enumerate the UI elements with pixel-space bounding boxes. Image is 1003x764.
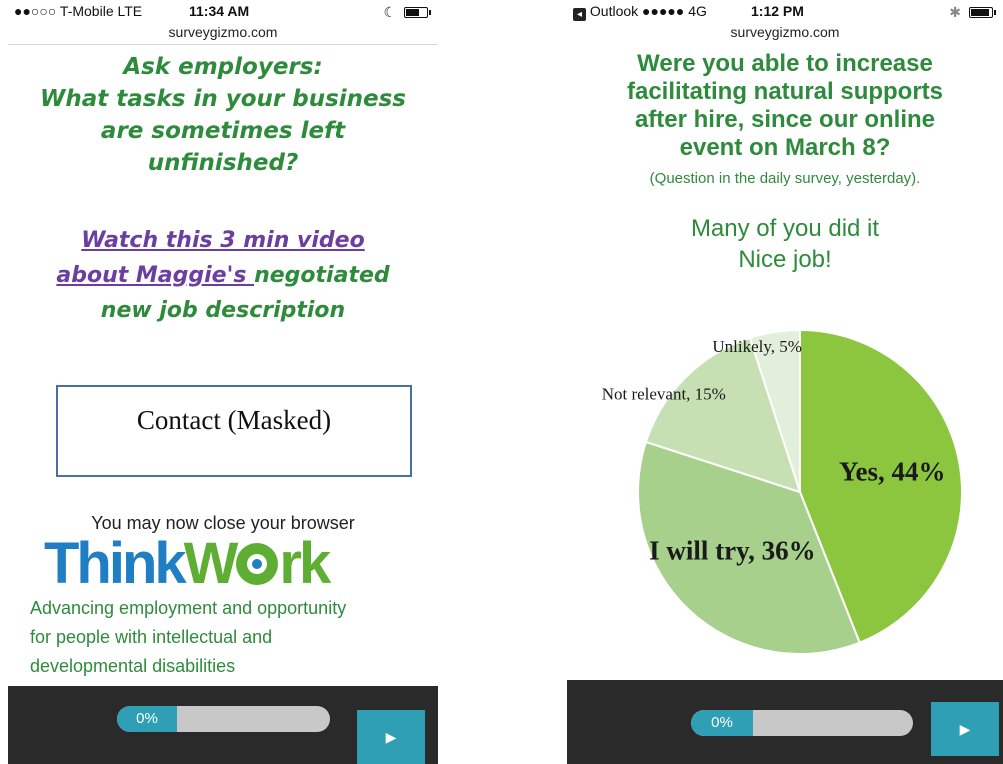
progress-label: 0% bbox=[691, 710, 753, 736]
survey-question: Were you able to increase facilitating n… bbox=[567, 50, 1003, 162]
question-line: event on March 8? bbox=[679, 134, 891, 161]
logo-emblem-icon bbox=[236, 543, 279, 585]
left-phone-screen: ●●○○○ T-Mobile LTE 11:34 AM ☾ surveygizm… bbox=[8, 0, 438, 764]
pie-slice-label: Not relevant, 15% bbox=[602, 385, 726, 404]
survey-footer: 0% ▶ bbox=[567, 680, 1003, 764]
question-line: after hire, since our online bbox=[634, 106, 936, 133]
heading-line: unfinished? bbox=[147, 150, 299, 176]
battery-icon bbox=[404, 7, 431, 18]
ask-employers-heading: Ask employers: What tasks in your busine… bbox=[8, 51, 438, 179]
play-arrow-icon: ▶ bbox=[385, 729, 397, 745]
bluetooth-icon: ✱ bbox=[949, 4, 961, 20]
carrier-signal: ●●○○○ T-Mobile LTE bbox=[14, 3, 143, 19]
back-to-app-icon[interactable]: ◂ bbox=[573, 8, 586, 21]
clock: 1:12 PM bbox=[751, 3, 804, 19]
heading-line: are sometimes left bbox=[100, 118, 346, 144]
video-link-continued[interactable]: about Maggie's bbox=[56, 263, 254, 288]
question-note: (Question in the daily survey, yesterday… bbox=[649, 170, 921, 187]
thinkwork-logo: Think W rk bbox=[44, 531, 331, 596]
video-description: Watch this 3 min video about Maggie's ne… bbox=[8, 223, 438, 328]
next-button[interactable]: ▶ bbox=[357, 710, 425, 764]
logo-w-text: W bbox=[183, 531, 239, 596]
logo-rk-text: rk bbox=[279, 531, 331, 596]
tagline-line: for people with intellectual and bbox=[30, 627, 273, 647]
praise-line: Many of you did it bbox=[690, 215, 880, 242]
status-bar: ◂ Outlook ●●●●● 4G 1:12 PM ✱ bbox=[567, 0, 1003, 22]
survey-footer: 0% ▶ bbox=[8, 686, 438, 764]
logo-think-text: Think bbox=[44, 531, 187, 596]
tagline-line: Advancing employment and opportunity bbox=[30, 598, 347, 618]
url-bar[interactable]: surveygizmo.com bbox=[567, 22, 1003, 44]
video-text-rest: negotiated bbox=[254, 263, 390, 288]
praise-line: Nice job! bbox=[738, 246, 832, 273]
moon-icon: ☾ bbox=[383, 4, 396, 20]
battery-icon bbox=[969, 7, 996, 18]
next-button[interactable]: ▶ bbox=[931, 702, 999, 756]
results-pie-chart: Yes, 44% I will try, 36% Not relevant, 15%… bbox=[602, 330, 963, 655]
carrier-signal: ●●●●● 4G bbox=[642, 3, 707, 19]
question-line: facilitating natural supports bbox=[626, 78, 944, 105]
video-text-line: new job description bbox=[100, 298, 346, 323]
video-link[interactable]: Watch this 3 min video bbox=[81, 228, 364, 253]
pie-slice-label: Yes, 44% bbox=[839, 457, 946, 487]
progress-bar: 0% bbox=[691, 710, 913, 736]
heading-line: Ask employers: bbox=[123, 54, 323, 80]
pie-slice-label: I will try, 36% bbox=[649, 536, 816, 566]
heading-line: What tasks in your business bbox=[39, 86, 406, 112]
status-bar: ●●○○○ T-Mobile LTE 11:34 AM ☾ bbox=[8, 0, 438, 22]
question-line: Were you able to increase bbox=[637, 50, 933, 77]
clock: 11:34 AM bbox=[189, 3, 250, 19]
progress-bar: 0% bbox=[117, 706, 330, 732]
tagline-line: developmental disabilities bbox=[30, 656, 236, 676]
praise-message: Many of you did it Nice job! bbox=[567, 213, 1003, 275]
tagline: Advancing employment and opportunity for… bbox=[30, 594, 430, 681]
play-arrow-icon: ▶ bbox=[959, 721, 971, 737]
pie-slice-label: Unlikely, 5% bbox=[712, 337, 802, 356]
progress-label: 0% bbox=[117, 706, 177, 732]
right-phone-screen: ◂ Outlook ●●●●● 4G 1:12 PM ✱ surveygizmo… bbox=[567, 0, 1003, 764]
url-bar[interactable]: surveygizmo.com bbox=[8, 22, 438, 45]
contact-box: Contact (Masked) bbox=[56, 385, 412, 477]
back-app-name[interactable]: Outlook bbox=[590, 3, 638, 19]
